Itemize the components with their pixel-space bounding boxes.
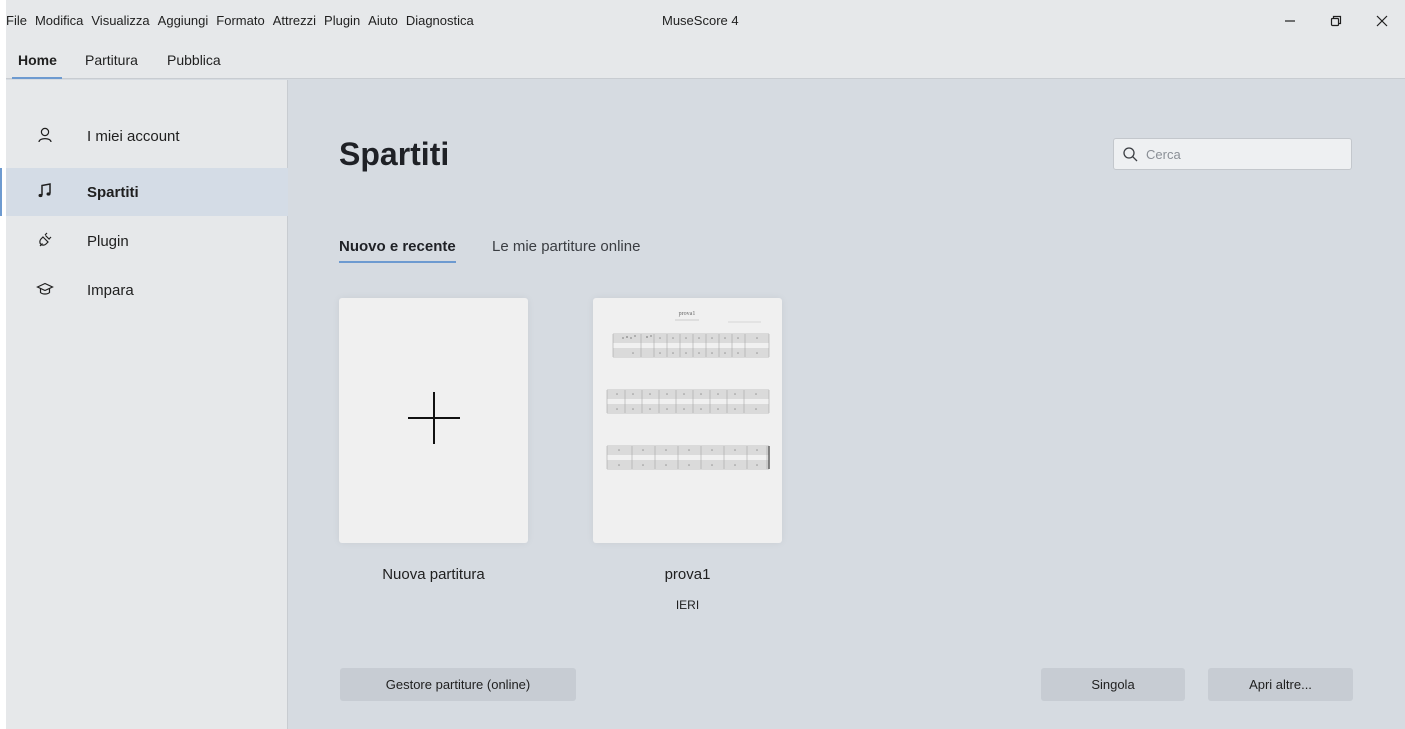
music-note-icon — [36, 182, 54, 200]
plus-icon — [408, 392, 460, 444]
single-button[interactable]: Singola — [1041, 668, 1185, 701]
new-score-label: Nuova partitura — [382, 566, 485, 583]
menu-modifica[interactable]: Modifica — [31, 0, 87, 42]
menu-aiuto[interactable]: Aiuto — [364, 0, 402, 42]
learn-icon — [36, 280, 54, 298]
window-controls — [1267, 0, 1405, 42]
sidebar-item-label: Spartiti — [87, 183, 139, 201]
sidebar-item-label: Plugin — [87, 232, 129, 250]
score-manager-button[interactable]: Gestore partiture (online) — [340, 668, 576, 701]
close-icon — [1376, 15, 1388, 27]
musescore-window: File Modifica Visualizza Aggiungi Format… — [0, 0, 1405, 729]
search-input[interactable] — [1146, 139, 1346, 169]
tab-partiture-online[interactable]: Le mie partiture online — [492, 238, 640, 264]
menu-visualizza[interactable]: Visualizza — [87, 0, 153, 42]
tab-home[interactable]: Home — [12, 42, 62, 79]
search-icon — [1123, 147, 1138, 162]
sidebar-item-plugin[interactable]: Plugin — [6, 217, 288, 265]
plugin-icon — [36, 231, 54, 249]
minimize-icon — [1285, 20, 1295, 22]
score-thumbnail: prova1 — [606, 311, 770, 470]
menu-plugin[interactable]: Plugin — [320, 0, 364, 42]
restore-button[interactable] — [1313, 0, 1359, 42]
tab-nuovo-e-recente[interactable]: Nuovo e recente — [339, 238, 456, 264]
menu-aggiungi[interactable]: Aggiungi — [154, 0, 213, 42]
search-box[interactable] — [1113, 138, 1352, 170]
sidebar-item-label: I miei account — [87, 127, 180, 145]
open-other-button[interactable]: Apri altre... — [1208, 668, 1353, 701]
menu-attrezzi[interactable]: Attrezzi — [269, 0, 320, 42]
sidebar: I miei account Spartiti Plugin Impara — [0, 80, 288, 729]
thumbnail-title: prova1 — [679, 311, 696, 317]
new-score-card[interactable] — [339, 298, 528, 543]
page-title: Spartiti — [339, 136, 450, 172]
close-button[interactable] — [1359, 0, 1405, 42]
sidebar-item-label: Impara — [87, 281, 134, 299]
restore-icon — [1330, 15, 1342, 27]
sidebar-item-spartiti[interactable]: Spartiti — [0, 168, 288, 216]
sidebar-item-impara[interactable]: Impara — [6, 266, 288, 314]
score-date: IERI — [675, 598, 700, 612]
main-tab-bar: Home Partitura Pubblica — [6, 42, 1405, 79]
minimize-button[interactable] — [1267, 0, 1313, 42]
app-title: MuseScore 4 — [662, 13, 739, 28]
account-icon — [36, 126, 54, 144]
menu-diagnostica[interactable]: Diagnostica — [402, 0, 478, 42]
sidebar-item-account[interactable]: I miei account — [6, 112, 288, 160]
score-card-prova1[interactable]: prova1 — [593, 298, 782, 543]
menu-file[interactable]: File — [6, 0, 31, 42]
tab-pubblica[interactable]: Pubblica — [167, 42, 221, 78]
menu-bar: File Modifica Visualizza Aggiungi Format… — [6, 0, 1405, 42]
menu-formato[interactable]: Formato — [212, 0, 268, 42]
score-title: prova1 — [664, 566, 711, 583]
tab-partitura[interactable]: Partitura — [85, 42, 138, 78]
